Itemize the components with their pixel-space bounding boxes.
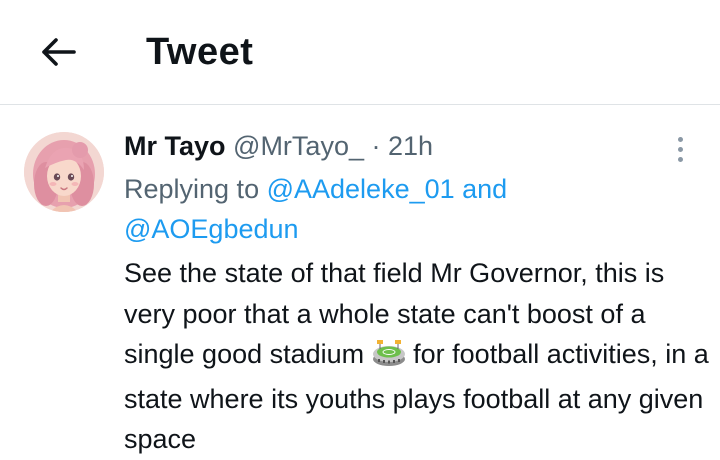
more-vertical-icon [677,136,683,142]
display-name[interactable]: Mr Tayo [124,131,226,161]
user-handle[interactable]: @MrTayo_ [233,131,364,161]
more-options-button[interactable] [668,131,692,167]
tweet-author-line: Mr Tayo @MrTayo_ · 21h [124,129,433,163]
avatar[interactable] [24,132,104,212]
page-title: Tweet [146,31,254,73]
tweet-time[interactable]: 21h [388,131,433,161]
arrow-left-icon [42,38,76,66]
separator-dot: · [371,131,381,161]
more-vertical-icon-dot [677,146,683,152]
avatar-image [24,132,104,212]
tweet-text: See the state of that field Mr Governor,… [124,253,714,460]
replying-to: Replying to @AAdeleke_01 and @AOEgbedun [124,169,684,249]
top-bar: Tweet [0,0,720,104]
tweet[interactable]: Mr Tayo @MrTayo_ · 21h Replying to @AAde… [0,105,720,459]
mention-link[interactable]: @AAdeleke_01 [267,174,455,204]
conjunction-text: and [454,174,508,204]
mention-link[interactable]: @AOEgbedun [124,214,299,244]
more-vertical-icon-dot [677,156,683,162]
replying-to-label: Replying to [124,174,267,204]
stadium-icon [372,337,406,379]
back-button[interactable] [36,30,80,74]
